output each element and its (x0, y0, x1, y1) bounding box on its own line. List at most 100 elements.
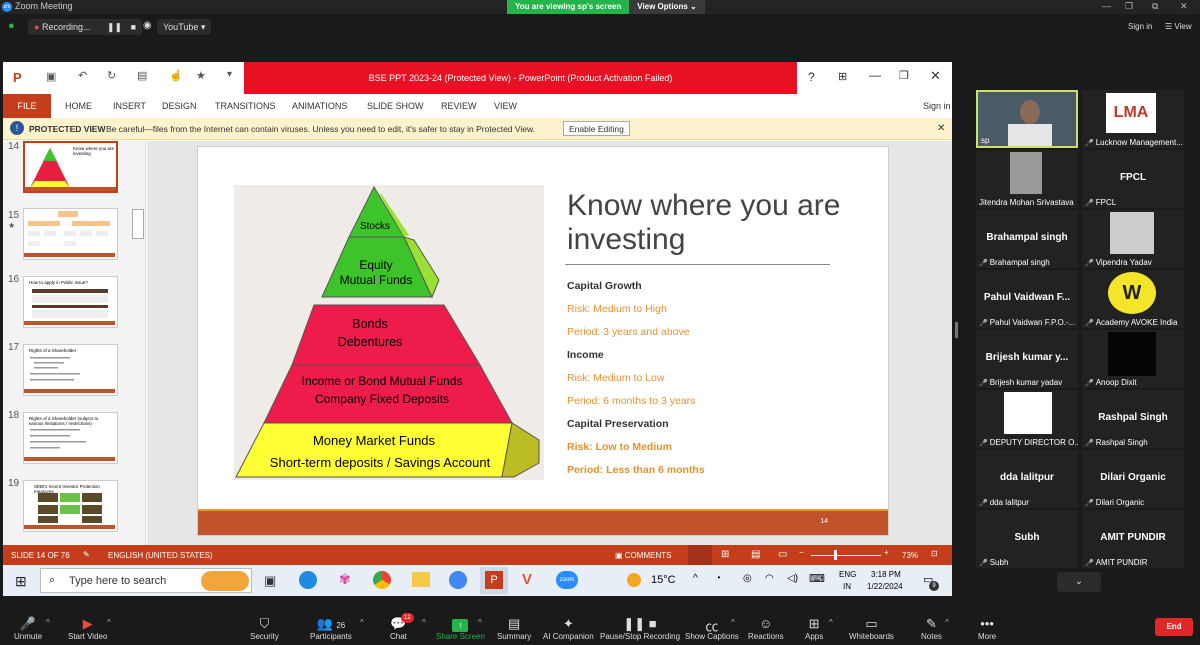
chrome-icon[interactable] (373, 571, 391, 589)
tab-home[interactable]: HOME (65, 101, 92, 111)
sign-in-link[interactable]: Sign in (1128, 22, 1152, 31)
zoom-level[interactable]: 73% (902, 551, 918, 560)
minimize-icon[interactable]: — (1102, 1, 1111, 11)
reading-view-icon[interactable]: ▤ (751, 549, 760, 560)
participant-tile[interactable]: Brijesh kumar y... 🎤 Brijesh kumar yadav (976, 330, 1078, 388)
chevron-up-icon[interactable]: ^ (107, 618, 111, 627)
ppt-sign-in[interactable]: Sign in (923, 101, 951, 111)
taskbar-powerpoint-active[interactable]: P (480, 567, 508, 594)
start-video-button[interactable]: ▶ Start Video (68, 616, 107, 641)
zoom-slider[interactable] (811, 555, 881, 556)
chevron-up-icon[interactable]: ^ (478, 618, 482, 627)
comments-button[interactable]: ▣ COMMENTS (615, 551, 671, 560)
tab-slide-show[interactable]: SLIDE SHOW (367, 101, 424, 111)
undo-icon[interactable]: ↶ (78, 69, 87, 82)
customize-icon[interactable]: ▾ (227, 69, 232, 80)
network-icon[interactable]: ◔ (715, 573, 721, 584)
wifi-icon[interactable]: ◠ (765, 573, 774, 584)
live-stream-icon[interactable]: ◉ (143, 20, 152, 31)
stop-icon[interactable]: ■ (131, 22, 136, 32)
thumbnail-slide-14[interactable]: Know where you are investing (23, 141, 118, 193)
ppt-minimize-icon[interactable]: — (869, 68, 881, 82)
file-explorer-icon[interactable] (412, 572, 430, 587)
tab-transitions[interactable]: TRANSITIONS (215, 101, 276, 111)
participant-tile[interactable]: LMA 🎤 Lucknow Management... (1082, 90, 1184, 148)
fit-slide-icon[interactable]: ⊡ (931, 549, 938, 558)
recording-indicator[interactable]: ● Recording... ❚❚ ■ (28, 19, 143, 35)
spellcheck-icon[interactable]: ✎ (83, 550, 90, 559)
tab-insert[interactable]: INSERT (113, 101, 146, 111)
thumbnail-slide-19[interactable]: SEBI's recent Investor Protection measur… (23, 480, 118, 532)
thumbnail-slide-17[interactable]: Rights of a Shareholder (23, 344, 118, 396)
thumbnail-slide-18[interactable]: Rights of a Shareholder (subject to vari… (23, 412, 118, 464)
restore-icon[interactable]: ⧉ (1152, 1, 1158, 12)
reactions-button[interactable]: ☺ Reactions (748, 616, 784, 641)
chevron-up-icon[interactable]: ^ (693, 573, 698, 584)
keyboard-icon[interactable]: ⌨ (809, 572, 825, 585)
zoom-slider-handle[interactable] (834, 550, 837, 560)
participant-tile[interactable]: Brahampal singh 🎤 Brahampal singh (976, 210, 1078, 268)
participants-button[interactable]: 👥 26 Participants (310, 616, 352, 641)
language-status[interactable]: ENGLISH (UNITED STATES) (108, 551, 213, 560)
edge-icon[interactable] (299, 571, 317, 589)
participant-tile[interactable]: Subh 🎤 Subh (976, 510, 1078, 568)
google-icon[interactable] (449, 571, 467, 589)
ribbon-options-icon[interactable]: ⊞ (838, 70, 847, 83)
slideshow-icon[interactable]: ▤ (137, 69, 147, 82)
task-view-icon[interactable]: ▣ (264, 573, 276, 589)
help-icon[interactable]: ? (808, 70, 815, 84)
unmute-button[interactable]: 🎤 Unmute (14, 616, 42, 641)
clock-date[interactable]: 1/22/2024 (867, 582, 903, 591)
tab-review[interactable]: REVIEW (441, 101, 477, 111)
participant-tile-sp[interactable]: sp (976, 90, 1078, 148)
input-lang-2[interactable]: IN (843, 582, 851, 591)
participant-tile[interactable]: W 🎤 Academy AVOKE India (1082, 270, 1184, 328)
view-button[interactable]: ☰ View (1165, 22, 1192, 31)
zoom-in-icon[interactable]: + (884, 548, 889, 557)
participant-tile[interactable]: 🎤 Anoop Dixit (1082, 330, 1184, 388)
more-button[interactable]: ••• More (978, 616, 996, 641)
participant-tile[interactable]: FPCL 🎤 FPCL (1082, 150, 1184, 208)
ppt-restore-icon[interactable]: ❐ (899, 69, 909, 82)
save-icon[interactable]: ▣ (46, 70, 56, 83)
apps-button[interactable]: ⊞ Apps (805, 616, 823, 641)
zoom-taskbar-icon[interactable]: zoom (556, 571, 578, 589)
normal-view-icon[interactable] (688, 545, 712, 565)
notes-button[interactable]: ✎ Notes (921, 616, 942, 641)
ppt-close-icon[interactable]: ✕ (930, 68, 941, 84)
whiteboards-button[interactable]: ▭ Whiteboards (849, 616, 894, 641)
windows-start-icon[interactable]: ⊞ (15, 573, 27, 590)
maximize-icon[interactable]: ❐ (1125, 1, 1133, 12)
slide-sorter-icon[interactable]: ⊞ (721, 549, 729, 560)
redo-icon[interactable]: ↻ (107, 69, 116, 82)
volume-icon[interactable]: ◁) (787, 573, 798, 584)
pause-icon[interactable]: ❚❚ (107, 22, 122, 32)
chevron-up-icon[interactable]: ^ (731, 618, 735, 627)
camera-icon[interactable]: ◎ (743, 573, 752, 584)
participant-tile[interactable]: Jitendra Mohan Srivastava (976, 150, 1078, 208)
chevron-up-icon[interactable]: ^ (422, 618, 426, 627)
participant-tile[interactable]: AMIT PUNDIR 🎤 AMIT PUNDIR (1082, 510, 1184, 568)
thumbnail-slide-16[interactable]: How to apply in Public Issue? (23, 276, 118, 328)
thumbs-scrollbar[interactable] (132, 209, 144, 239)
thumbnail-slide-15[interactable] (23, 208, 118, 260)
enable-editing-button[interactable]: Enable Editing (563, 121, 630, 136)
tab-design[interactable]: DESIGN (162, 101, 197, 111)
chevron-up-icon[interactable]: ^ (360, 618, 364, 627)
panel-resize-handle[interactable] (955, 322, 958, 338)
zoom-out-icon[interactable]: − (799, 548, 804, 557)
pause-stop-recording-button[interactable]: ❚❚ ■ Pause/Stop Recording (600, 616, 680, 641)
weather-temp[interactable]: 15°C (651, 574, 676, 586)
participant-tile[interactable]: Pahul Vaidwan F... 🎤 Pahul Vaidwan F.P.O.… (976, 270, 1078, 328)
clock-time[interactable]: 3:18 PM (871, 570, 901, 579)
tab-view[interactable]: VIEW (494, 101, 517, 111)
vivaldi-icon[interactable]: V (522, 571, 532, 588)
security-button[interactable]: ⛉ Security (250, 616, 279, 641)
input-lang-1[interactable]: ENG (839, 570, 856, 579)
end-meeting-button[interactable]: End (1155, 618, 1193, 636)
taskbar-search[interactable]: ⌕ Type here to search (40, 568, 252, 593)
close-bar-icon[interactable]: ✕ (937, 123, 945, 134)
chevron-up-icon[interactable]: ^ (945, 618, 949, 627)
shield-check-icon[interactable]: ● (8, 20, 15, 32)
participant-tile[interactable]: dda lalitpur 🎤 dda lalitpur (976, 450, 1078, 508)
